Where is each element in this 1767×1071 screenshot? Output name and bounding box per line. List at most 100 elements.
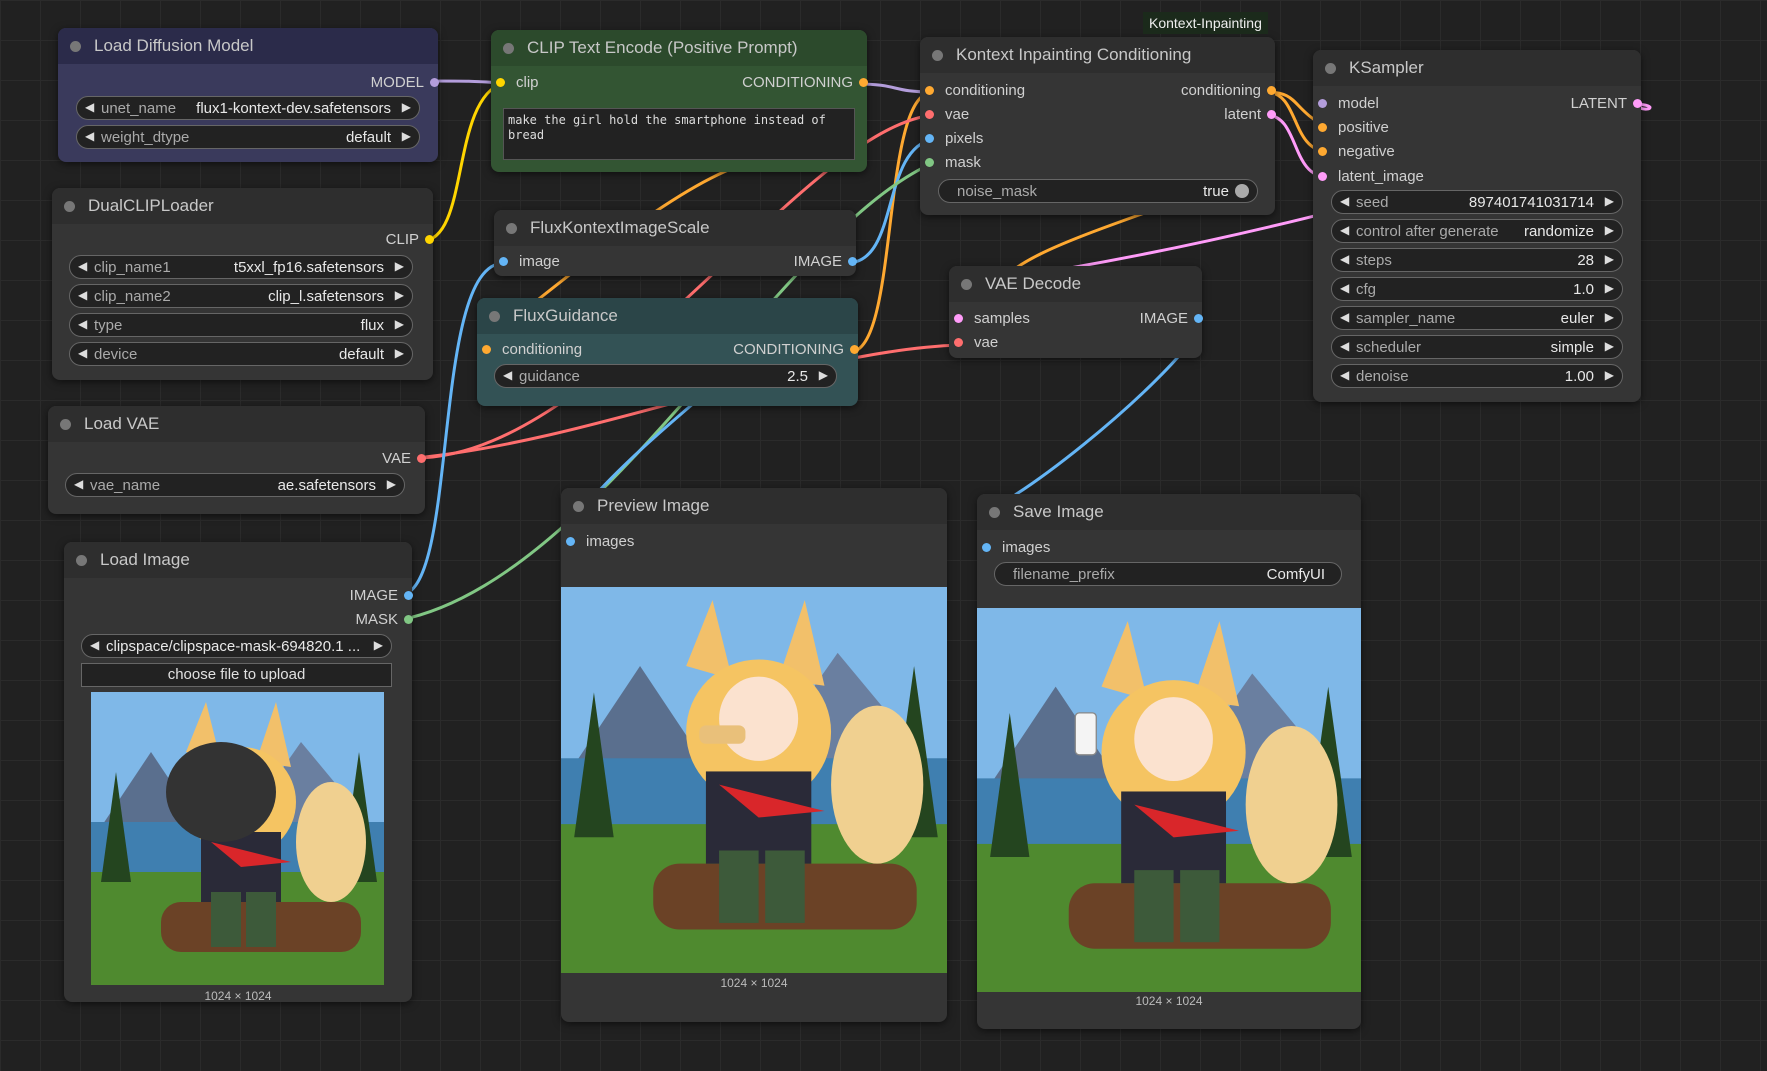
device-combo[interactable]: ◀ device default ▶: [69, 342, 413, 366]
arrow-right-icon[interactable]: ▶: [374, 638, 383, 652]
output-image[interactable]: IMAGE: [1140, 309, 1203, 329]
guidance-widget[interactable]: ◀ guidance 2.5 ▶: [494, 364, 837, 388]
port-dot-icon[interactable]: [1194, 314, 1203, 323]
input-latent-image[interactable]: latent_image: [1318, 167, 1424, 187]
port-dot-icon[interactable]: [499, 257, 508, 266]
port-dot-icon[interactable]: [496, 78, 505, 87]
save-image-node[interactable]: Save Image images filename_prefix ComfyUI…: [977, 494, 1361, 1029]
load-vae-node[interactable]: Load VAE VAE ◀ vae_name ae.safetensors ▶: [48, 406, 426, 514]
port-dot-icon[interactable]: [1267, 110, 1276, 119]
output-vae[interactable]: VAE: [382, 449, 426, 469]
input-model[interactable]: model: [1318, 94, 1379, 114]
arrow-right-icon[interactable]: ▶: [1605, 310, 1614, 324]
input-positive[interactable]: positive: [1318, 118, 1389, 138]
scheduler-widget[interactable]: ◀ scheduler simple ▶: [1331, 335, 1623, 359]
arrow-left-icon[interactable]: ◀: [74, 477, 83, 491]
dual-clip-loader-node[interactable]: DualCLIPLoader CLIP ◀ clip_name1 t5xxl_fp1…: [52, 188, 434, 380]
port-dot-icon[interactable]: [404, 615, 413, 624]
port-dot-icon[interactable]: [925, 134, 934, 143]
arrow-right-icon[interactable]: ▶: [395, 259, 404, 273]
output-image[interactable]: IMAGE: [794, 252, 857, 272]
collapse-dot-icon[interactable]: [64, 201, 75, 212]
port-dot-icon[interactable]: [925, 86, 934, 95]
flux-guidance-node[interactable]: FluxGuidance conditioning CONDITIONING ◀…: [477, 298, 859, 406]
node-title[interactable]: Load VAE: [48, 406, 425, 442]
arrow-left-icon[interactable]: ◀: [1340, 368, 1349, 382]
arrow-right-icon[interactable]: ▶: [819, 368, 828, 382]
arrow-left-icon[interactable]: ◀: [78, 346, 87, 360]
collapse-dot-icon[interactable]: [76, 555, 87, 566]
filename-prefix-field[interactable]: filename_prefix ComfyUI: [994, 562, 1342, 586]
denoise-widget[interactable]: ◀ denoise 1.00 ▶: [1331, 364, 1623, 388]
arrow-left-icon[interactable]: ◀: [503, 368, 512, 382]
ksampler-node[interactable]: KSampler model positive negative latent_…: [1313, 50, 1642, 402]
port-dot-icon[interactable]: [1318, 99, 1327, 108]
unet-name-combo[interactable]: ◀ unet_name flux1-kontext-dev.safetensors ▶: [76, 96, 420, 120]
image-file-combo[interactable]: ◀ clipspace/clipspace-mask-694820.1 ... ▶: [81, 634, 392, 658]
port-dot-icon[interactable]: [850, 345, 859, 354]
port-dot-icon[interactable]: [1633, 99, 1642, 108]
arrow-right-icon[interactable]: ▶: [1605, 339, 1614, 353]
port-dot-icon[interactable]: [430, 78, 439, 87]
seed-widget[interactable]: ◀ seed 897401741031714 ▶: [1331, 190, 1623, 214]
port-dot-icon[interactable]: [925, 158, 934, 167]
port-dot-icon[interactable]: [566, 537, 575, 546]
output-conditioning[interactable]: CONDITIONING: [742, 73, 868, 93]
node-title[interactable]: DualCLIPLoader: [52, 188, 433, 224]
vae-name-combo[interactable]: ◀ vae_name ae.safetensors ▶: [65, 473, 405, 497]
arrow-left-icon[interactable]: ◀: [1340, 281, 1349, 295]
clip-name2-combo[interactable]: ◀ clip_name2 clip_l.safetensors ▶: [69, 284, 413, 308]
collapse-dot-icon[interactable]: [506, 223, 517, 234]
output-mask[interactable]: MASK: [355, 610, 413, 630]
output-model[interactable]: MODEL: [371, 73, 439, 93]
input-conditioning[interactable]: conditioning: [925, 81, 1025, 101]
output-clip[interactable]: CLIP: [386, 230, 434, 250]
clip-text-encode-node[interactable]: CLIP Text Encode (Positive Prompt) clip …: [491, 30, 868, 172]
arrow-right-icon[interactable]: ▶: [1605, 281, 1614, 295]
port-dot-icon[interactable]: [1267, 86, 1276, 95]
arrow-right-icon[interactable]: ▶: [387, 477, 396, 491]
node-title[interactable]: Save Image: [977, 494, 1361, 530]
sampler-name-widget[interactable]: ◀ sampler_name euler ▶: [1331, 306, 1623, 330]
arrow-left-icon[interactable]: ◀: [85, 129, 94, 143]
collapse-dot-icon[interactable]: [503, 43, 514, 54]
arrow-left-icon[interactable]: ◀: [1340, 310, 1349, 324]
flux-kontext-image-scale-node[interactable]: FluxKontextImageScale image IMAGE: [494, 210, 857, 276]
output-conditioning[interactable]: CONDITIONING: [733, 340, 859, 360]
port-dot-icon[interactable]: [925, 110, 934, 119]
input-image[interactable]: image: [499, 252, 560, 272]
port-dot-icon[interactable]: [954, 314, 963, 323]
output-latent[interactable]: latent: [1224, 105, 1276, 125]
input-conditioning[interactable]: conditioning: [482, 340, 582, 360]
arrow-right-icon[interactable]: ▶: [1605, 252, 1614, 266]
load-diffusion-model-node[interactable]: Load Diffusion Model MODEL ◀ unet_name flu…: [58, 28, 439, 162]
collapse-dot-icon[interactable]: [989, 507, 1000, 518]
port-dot-icon[interactable]: [859, 78, 868, 87]
node-title[interactable]: KSampler: [1313, 50, 1641, 86]
node-title[interactable]: Load Image: [64, 542, 412, 578]
steps-widget[interactable]: ◀ steps 28 ▶: [1331, 248, 1623, 272]
arrow-left-icon[interactable]: ◀: [90, 638, 99, 652]
arrow-left-icon[interactable]: ◀: [1340, 339, 1349, 353]
cfg-widget[interactable]: ◀ cfg 1.0 ▶: [1331, 277, 1623, 301]
node-title[interactable]: FluxGuidance: [477, 298, 858, 334]
collapse-dot-icon[interactable]: [961, 279, 972, 290]
arrow-right-icon[interactable]: ▶: [395, 288, 404, 302]
node-title[interactable]: CLIP Text Encode (Positive Prompt): [491, 30, 867, 66]
noise-mask-toggle[interactable]: noise_mask true: [938, 179, 1258, 203]
arrow-right-icon[interactable]: ▶: [1605, 223, 1614, 237]
control-after-generate-widget[interactable]: ◀ control after generate randomize ▶: [1331, 219, 1623, 243]
collapse-dot-icon[interactable]: [489, 311, 500, 322]
arrow-right-icon[interactable]: ▶: [402, 129, 411, 143]
arrow-left-icon[interactable]: ◀: [1340, 223, 1349, 237]
port-dot-icon[interactable]: [482, 345, 491, 354]
node-title[interactable]: Preview Image: [561, 488, 947, 524]
node-title[interactable]: FluxKontextImageScale: [494, 210, 856, 246]
arrow-right-icon[interactable]: ▶: [402, 100, 411, 114]
port-dot-icon[interactable]: [982, 543, 991, 552]
input-vae[interactable]: vae: [954, 333, 998, 353]
choose-file-button[interactable]: choose file to upload: [81, 663, 392, 687]
input-clip[interactable]: clip: [496, 73, 539, 93]
input-samples[interactable]: samples: [954, 309, 1030, 329]
port-dot-icon[interactable]: [417, 454, 426, 463]
